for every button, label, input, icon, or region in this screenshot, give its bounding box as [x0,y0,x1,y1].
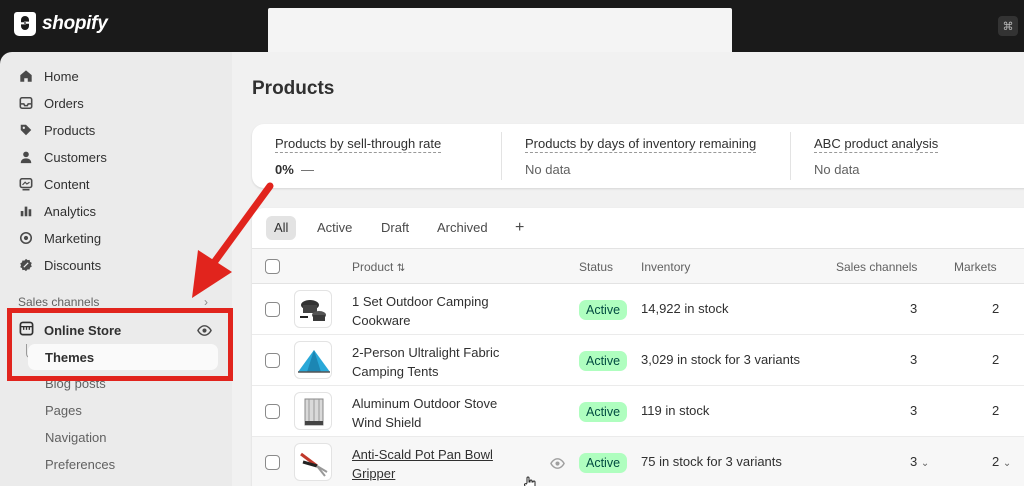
product-thumbnail [294,290,332,328]
sales-channels-count: 3 [910,352,918,367]
sales-channels-count[interactable]: 3 ⌄ [910,454,929,469]
status-badge: Active [579,351,628,371]
inventory-value: 14,922 in stock [641,301,729,316]
column-sales-channels: Sales channels [836,260,918,274]
annotation-highlight-box [7,308,233,381]
shopify-bag-icon [14,12,36,36]
sidebar-item-analytics[interactable]: Analytics [18,199,96,223]
command-key-icon[interactable]: ⌘ [998,16,1018,36]
sidebar-item-marketing[interactable]: Marketing [18,226,101,250]
table-header: Product ⇅ Status Inventory Sales channel… [252,248,1024,284]
product-thumbnail [294,341,332,379]
sidebar-item-label: Content [44,176,90,192]
status-badge: Active [579,300,628,320]
sidebar-item-content[interactable]: Content [18,172,90,196]
sidebar-item-label: Home [44,68,79,84]
sidebar-item-label: Analytics [44,203,97,219]
divider [501,132,502,180]
home-icon [18,68,34,84]
metric-title: Products by sell-through rate [275,136,442,153]
column-inventory: Inventory [641,260,691,274]
sort-icon[interactable]: ⇅ [397,263,405,274]
main-content: Products Products by sell-through rate 0… [232,52,1024,486]
chevron-down-icon: ⌄ [1002,458,1012,469]
sidebar-item-label: Customers [44,149,107,165]
markets-count: 2 [992,403,1000,418]
divider [790,132,791,180]
sidebar-item-orders[interactable]: Orders [18,91,84,115]
row-checkbox[interactable] [265,353,280,368]
image-icon [18,176,34,192]
page-title: Products [252,78,335,99]
product-name[interactable]: 1 Set Outdoor Camping Cookware [352,292,522,330]
person-icon [18,149,34,165]
preview-eye-icon[interactable] [550,456,565,471]
sales-channels-label: Sales channels [18,295,100,309]
tag-icon [18,122,34,138]
metric-value: No data [525,162,571,177]
status-badge: Active [579,402,628,422]
markets-count: 2 [992,301,1000,316]
markets-count: 2 [992,352,1000,367]
inventory-value: 3,029 in stock for 3 variants [641,352,800,367]
brand-name: shopify [42,13,108,34]
metric-title: ABC product analysis [814,136,939,153]
sidebar-item-discounts[interactable]: Discounts [18,253,101,277]
top-bar: shopify ⌘ [0,0,1024,64]
sales-channels-count: 3 [910,301,918,316]
discount-icon [18,257,34,273]
status-badge: Active [579,453,628,473]
table-row[interactable]: 2-Person Ultralight Fabric Camping Tents… [252,335,1024,386]
target-icon [18,230,34,246]
filter-tabs: All Active Draft Archived + [252,208,1024,248]
tab-draft[interactable]: Draft [373,216,417,240]
shopify-logo[interactable]: shopify [14,12,108,36]
row-checkbox[interactable] [265,404,280,419]
bar-chart-icon [18,203,34,219]
sales-channels-count: 3 [910,403,918,418]
markets-count[interactable]: 2 ⌄ [992,454,1011,469]
sidebar-item-navigation[interactable]: Navigation [45,430,106,445]
sidebar-item-pages[interactable]: Pages [45,403,82,418]
sidebar-item-customers[interactable]: Customers [18,145,107,169]
metric-title: Products by days of inventory remaining [525,136,757,153]
products-table: All Active Draft Archived + Product ⇅ St… [252,208,1024,486]
product-name[interactable]: Anti-Scald Pot Pan Bowl Gripper [352,445,522,483]
metric-value: 0% — [275,162,315,177]
chevron-down-icon: ⌄ [920,458,930,469]
sidebar-item-label: Marketing [44,230,102,246]
product-name[interactable]: 2-Person Ultralight Fabric Camping Tents [352,343,522,381]
sidebar-item-products[interactable]: Products [18,118,95,142]
row-checkbox[interactable] [265,455,280,470]
table-row[interactable]: 1 Set Outdoor Camping Cookware Active 14… [252,284,1024,335]
product-thumbnail [294,443,332,481]
tab-active[interactable]: Active [309,216,360,240]
column-product[interactable]: Product ⇅ [352,260,405,274]
inbox-icon [18,95,34,111]
table-row[interactable]: Anti-Scald Pot Pan Bowl Gripper Active 7… [252,437,1024,486]
inventory-value: 119 in stock [641,403,710,418]
annotation-arrow [192,182,274,298]
product-thumbnail [294,392,332,430]
sidebar-item-label: Products [44,122,96,138]
column-markets: Markets [954,260,997,274]
sidebar-item-label: Discounts [44,257,102,273]
sidebar-item-home[interactable]: Home [18,64,79,88]
table-row[interactable]: Aluminum Outdoor Stove Wind Shield Activ… [252,386,1024,437]
product-name[interactable]: Aluminum Outdoor Stove Wind Shield [352,394,522,432]
hand-cursor-icon [523,476,536,486]
column-status: Status [579,260,614,274]
sidebar-item-label: Orders [44,95,84,111]
add-view-button[interactable]: + [507,216,532,240]
analytics-metrics-bar: Products by sell-through rate 0% — Produ… [252,124,1024,188]
metric-value: No data [814,162,860,177]
tab-archived[interactable]: Archived [429,216,496,240]
inventory-value: 75 in stock for 3 variants [641,454,782,469]
sidebar-item-preferences[interactable]: Preferences [45,457,115,472]
